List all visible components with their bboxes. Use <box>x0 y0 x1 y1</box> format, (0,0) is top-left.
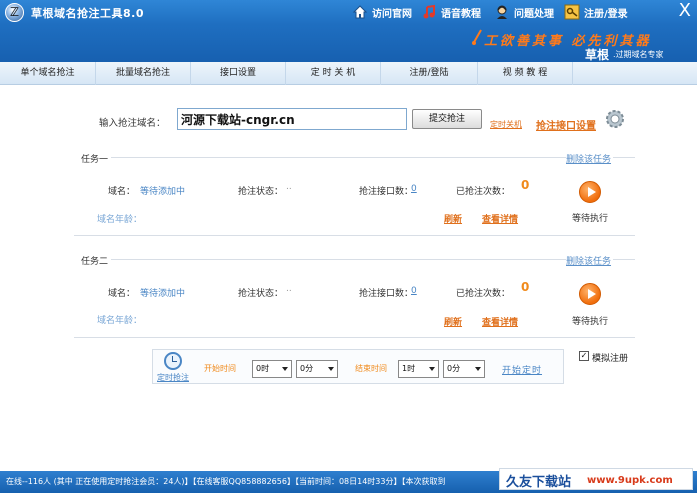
end-time-label: 结束时间 <box>355 364 387 373</box>
divider <box>74 235 635 236</box>
watermark-logo: 久友下载站 www.9upk.com <box>499 468 693 490</box>
voice-tutorial-link[interactable]: 语音教程 <box>421 4 481 20</box>
voice-tutorial-label: 语音教程 <box>441 8 481 20</box>
chevron-down-icon <box>475 367 481 371</box>
domain-input[interactable] <box>177 108 407 130</box>
delete-task-link[interactable]: 删除该任务 <box>566 152 611 165</box>
divider <box>111 259 566 260</box>
gear-icon[interactable] <box>604 108 626 130</box>
task-title: 任务一 <box>81 155 109 165</box>
slogan: 工欲善其事 必先利其器 <box>484 34 652 49</box>
register-login-link[interactable]: 注册/登录 <box>564 4 628 20</box>
divider <box>613 259 635 260</box>
close-button[interactable]: X <box>679 0 691 21</box>
api-count-value[interactable]: 0 <box>411 286 417 296</box>
domain-field-label: 域名： <box>108 187 136 197</box>
play-button[interactable] <box>579 283 601 305</box>
title-bar: 草根域名抢注工具8.0 访问官网 语音教程 问题处理 注册/登录 X 工欲善其事… <box>0 0 697 62</box>
api-count-label: 抢注接口数： <box>359 187 414 197</box>
end-minute-select[interactable]: 0分 <box>443 360 485 378</box>
tab-video-tutorial[interactable]: 视 频 教 程 <box>478 62 573 85</box>
tab-single-domain[interactable]: 单个域名抢注 <box>0 62 96 85</box>
register-login-label: 注册/登录 <box>584 8 628 20</box>
simulate-register-checkbox[interactable]: ✓ <box>579 351 589 361</box>
key-icon <box>564 4 580 20</box>
api-count-label: 抢注接口数： <box>359 289 414 299</box>
play-button[interactable] <box>579 181 601 203</box>
domain-field-value: 等待添加中 <box>140 289 186 299</box>
app-logo-icon <box>5 3 24 22</box>
support-person-icon <box>494 4 510 20</box>
chevron-down-icon <box>328 367 334 371</box>
domain-field-label: 域名： <box>108 289 136 299</box>
chevron-down-icon <box>429 367 435 371</box>
divider <box>74 337 635 338</box>
scheduled-shutdown-link[interactable]: 定时关机 <box>490 119 522 130</box>
times-value: 0 <box>521 178 530 192</box>
divider <box>111 157 566 158</box>
clock-icon[interactable] <box>164 352 182 370</box>
wait-status-label: 等待执行 <box>572 214 609 224</box>
start-schedule-link[interactable]: 开始定时 <box>502 363 542 376</box>
start-minute-value: 0分 <box>300 364 314 373</box>
chevron-down-icon <box>282 367 288 371</box>
times-label: 已抢注次数： <box>456 187 511 197</box>
end-minute-value: 0分 <box>447 364 461 373</box>
status-text: 在线--116人 (其中 正在使用定时抢注会员：24人)】【在线客服QQ8588… <box>6 477 446 486</box>
status-field-label: 抢注状态： <box>238 289 284 299</box>
main-nav: 单个域名抢注 批量域名抢注 接口设置 定 时 关 机 注册/登陆 视 频 教 程 <box>0 62 697 85</box>
domain-field-value: 等待添加中 <box>140 187 186 197</box>
domain-age-label: 域名年龄： <box>97 215 143 225</box>
status-field-label: 抢注状态： <box>238 187 284 197</box>
domain-input-label: 输入抢注域名： <box>99 118 166 129</box>
start-time-label: 开始时间 <box>204 364 236 373</box>
visit-website-label: 访问官网 <box>372 8 412 20</box>
end-hour-value: 1时 <box>402 364 416 373</box>
visit-website-link[interactable]: 访问官网 <box>352 4 412 20</box>
divider <box>613 157 635 158</box>
start-hour-select[interactable]: 0时 <box>252 360 292 378</box>
status-field-value: .. <box>286 182 292 192</box>
start-minute-select[interactable]: 0分 <box>296 360 338 378</box>
brand-name: 草根 <box>585 48 610 62</box>
wait-status-label: 等待执行 <box>572 317 609 327</box>
house-icon <box>352 4 368 20</box>
brand-subtitle: .过期域名专家 <box>613 50 664 59</box>
refresh-link[interactable]: 刷新 <box>444 212 462 225</box>
end-hour-select[interactable]: 1时 <box>398 360 439 378</box>
start-hour-value: 0时 <box>256 364 270 373</box>
tab-register-login[interactable]: 注册/登陆 <box>381 62 478 85</box>
api-settings-link[interactable]: 抢注接口设置 <box>536 117 596 132</box>
task-title: 任务二 <box>81 257 109 267</box>
scheduled-grab-label[interactable]: 定时抢注 <box>157 372 189 383</box>
times-label: 已抢注次数： <box>456 289 511 299</box>
problem-solving-link[interactable]: 问题处理 <box>494 4 554 20</box>
music-note-icon <box>421 4 437 20</box>
watermark-title: 久友下载站 <box>506 475 572 490</box>
tab-batch-domain[interactable]: 批量域名抢注 <box>96 62 191 85</box>
tab-api-settings[interactable]: 接口设置 <box>191 62 286 85</box>
tab-scheduled-shutdown[interactable]: 定 时 关 机 <box>286 62 381 85</box>
view-details-link[interactable]: 查看详情 <box>482 315 518 328</box>
status-field-value: .. <box>286 284 292 294</box>
simulate-register-label: 模拟注册 <box>592 354 629 364</box>
watermark-url: www.9upk.com <box>587 475 673 486</box>
problem-solving-label: 问题处理 <box>514 8 554 20</box>
submit-button[interactable]: 提交抢注 <box>412 109 482 129</box>
refresh-link[interactable]: 刷新 <box>444 315 462 328</box>
view-details-link[interactable]: 查看详情 <box>482 212 518 225</box>
times-value: 0 <box>521 280 530 294</box>
api-count-value[interactable]: 0 <box>411 184 417 194</box>
brush-icon <box>472 29 482 45</box>
delete-task-link[interactable]: 删除该任务 <box>566 254 611 267</box>
app-title: 草根域名抢注工具8.0 <box>31 7 144 20</box>
domain-age-label: 域名年龄： <box>97 316 143 326</box>
